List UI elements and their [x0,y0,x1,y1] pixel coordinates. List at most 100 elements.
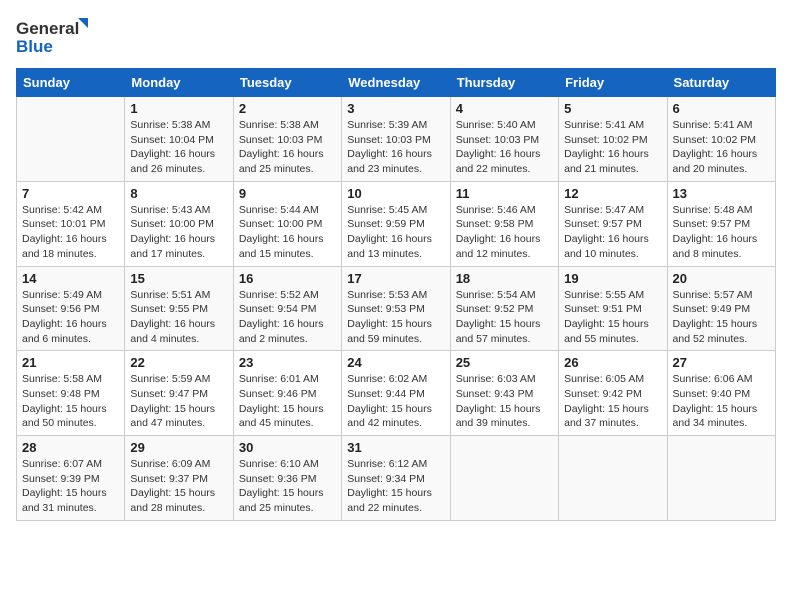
day-number: 3 [347,101,444,116]
day-number: 16 [239,271,336,286]
calendar-week-2: 7Sunrise: 5:42 AM Sunset: 10:01 PM Dayli… [17,181,776,266]
calendar-cell: 6Sunrise: 5:41 AM Sunset: 10:02 PM Dayli… [667,97,775,182]
day-detail: Sunrise: 5:43 AM Sunset: 10:00 PM Daylig… [130,203,227,262]
calendar-week-4: 21 Sunrise: 5:58 AM Sunset: 9:48 PM Dayli… [17,351,776,436]
day-detail: Sunrise: 6:05 AM Sunset: 9:42 PM Dayligh… [564,372,661,431]
calendar-cell: 30 Sunrise: 6:10 AM Sunset: 9:36 PM Dayli… [233,436,341,521]
calendar-table: SundayMondayTuesdayWednesdayThursdayFrid… [16,68,776,521]
day-detail: Sunrise: 5:44 AM Sunset: 10:00 PM Daylig… [239,203,336,262]
day-detail: Sunrise: 5:40 AM Sunset: 10:03 PM Daylig… [456,118,553,177]
day-number: 6 [673,101,770,116]
calendar-cell: 22 Sunrise: 5:59 AM Sunset: 9:47 PM Dayli… [125,351,233,436]
day-number: 19 [564,271,661,286]
calendar-cell: 24Sunrise: 6:02 AM Sunset: 9:44 PM Dayli… [342,351,450,436]
header-cell-saturday: Saturday [667,69,775,97]
calendar-cell: 15 Sunrise: 5:51 AM Sunset: 9:55 PM Dayli… [125,266,233,351]
day-detail: Sunrise: 5:55 AM Sunset: 9:51 PM Dayligh… [564,288,661,347]
calendar-cell: 31Sunrise: 6:12 AM Sunset: 9:34 PM Dayli… [342,436,450,521]
day-detail: Sunrise: 5:49 AM Sunset: 9:56 PM Dayligh… [22,288,119,347]
calendar-cell: 23 Sunrise: 6:01 AM Sunset: 9:46 PM Dayli… [233,351,341,436]
day-number: 18 [456,271,553,286]
day-number: 20 [673,271,770,286]
calendar-body: 1 Sunrise: 5:38 AM Sunset: 10:04 PM Dayli… [17,97,776,521]
day-detail: Sunrise: 5:53 AM Sunset: 9:53 PM Dayligh… [347,288,444,347]
header-cell-monday: Monday [125,69,233,97]
calendar-cell: 10 Sunrise: 5:45 AM Sunset: 9:59 PM Dayli… [342,181,450,266]
calendar-cell [450,436,558,521]
calendar-cell: 9 Sunrise: 5:44 AM Sunset: 10:00 PM Dayli… [233,181,341,266]
svg-text:General: General [16,19,79,38]
day-detail: Sunrise: 5:38 AM Sunset: 10:03 PM Daylig… [239,118,336,177]
calendar-cell: 8 Sunrise: 5:43 AM Sunset: 10:00 PM Dayli… [125,181,233,266]
day-number: 21 [22,355,119,370]
day-detail: Sunrise: 5:54 AM Sunset: 9:52 PM Dayligh… [456,288,553,347]
day-detail: Sunrise: 5:59 AM Sunset: 9:47 PM Dayligh… [130,372,227,431]
day-detail: Sunrise: 5:48 AM Sunset: 9:57 PM Dayligh… [673,203,770,262]
day-detail: Sunrise: 5:58 AM Sunset: 9:48 PM Dayligh… [22,372,119,431]
day-detail: Sunrise: 5:42 AM Sunset: 10:01 PM Daylig… [22,203,119,262]
day-detail: Sunrise: 5:57 AM Sunset: 9:49 PM Dayligh… [673,288,770,347]
header-cell-sunday: Sunday [17,69,125,97]
day-number: 29 [130,440,227,455]
day-detail: Sunrise: 5:45 AM Sunset: 9:59 PM Dayligh… [347,203,444,262]
day-detail: Sunrise: 6:03 AM Sunset: 9:43 PM Dayligh… [456,372,553,431]
calendar-cell [559,436,667,521]
day-detail: Sunrise: 6:02 AM Sunset: 9:44 PM Dayligh… [347,372,444,431]
day-number: 23 [239,355,336,370]
day-number: 28 [22,440,119,455]
calendar-cell: 18 Sunrise: 5:54 AM Sunset: 9:52 PM Dayli… [450,266,558,351]
day-detail: Sunrise: 5:38 AM Sunset: 10:04 PM Daylig… [130,118,227,177]
day-detail: Sunrise: 5:41 AM Sunset: 10:02 PM Daylig… [564,118,661,177]
calendar-cell: 19 Sunrise: 5:55 AM Sunset: 9:51 PM Dayli… [559,266,667,351]
day-number: 22 [130,355,227,370]
day-number: 13 [673,186,770,201]
day-number: 26 [564,355,661,370]
header-cell-thursday: Thursday [450,69,558,97]
logo-svg: GeneralBlue [16,16,96,56]
day-detail: Sunrise: 5:47 AM Sunset: 9:57 PM Dayligh… [564,203,661,262]
calendar-cell: 16 Sunrise: 5:52 AM Sunset: 9:54 PM Dayli… [233,266,341,351]
day-number: 1 [130,101,227,116]
calendar-cell: 11Sunrise: 5:46 AM Sunset: 9:58 PM Dayli… [450,181,558,266]
header-cell-friday: Friday [559,69,667,97]
calendar-cell: 2 Sunrise: 5:38 AM Sunset: 10:03 PM Dayli… [233,97,341,182]
day-number: 5 [564,101,661,116]
header-cell-wednesday: Wednesday [342,69,450,97]
day-detail: Sunrise: 5:39 AM Sunset: 10:03 PM Daylig… [347,118,444,177]
calendar-cell: 7Sunrise: 5:42 AM Sunset: 10:01 PM Dayli… [17,181,125,266]
day-number: 8 [130,186,227,201]
header: GeneralBlue [16,16,776,56]
calendar-cell: 4Sunrise: 5:40 AM Sunset: 10:03 PM Dayli… [450,97,558,182]
day-number: 30 [239,440,336,455]
day-detail: Sunrise: 6:10 AM Sunset: 9:36 PM Dayligh… [239,457,336,516]
calendar-week-5: 28 Sunrise: 6:07 AM Sunset: 9:39 PM Dayli… [17,436,776,521]
day-number: 17 [347,271,444,286]
calendar-cell [667,436,775,521]
svg-text:Blue: Blue [16,37,53,56]
day-number: 14 [22,271,119,286]
day-detail: Sunrise: 6:01 AM Sunset: 9:46 PM Dayligh… [239,372,336,431]
day-number: 2 [239,101,336,116]
header-cell-tuesday: Tuesday [233,69,341,97]
calendar-cell: 17 Sunrise: 5:53 AM Sunset: 9:53 PM Dayli… [342,266,450,351]
calendar-cell: 13 Sunrise: 5:48 AM Sunset: 9:57 PM Dayli… [667,181,775,266]
calendar-cell: 20 Sunrise: 5:57 AM Sunset: 9:49 PM Dayli… [667,266,775,351]
day-detail: Sunrise: 6:07 AM Sunset: 9:39 PM Dayligh… [22,457,119,516]
logo: GeneralBlue [16,16,96,56]
day-detail: Sunrise: 5:51 AM Sunset: 9:55 PM Dayligh… [130,288,227,347]
calendar-cell: 3 Sunrise: 5:39 AM Sunset: 10:03 PM Dayli… [342,97,450,182]
calendar-week-3: 14 Sunrise: 5:49 AM Sunset: 9:56 PM Dayli… [17,266,776,351]
calendar-week-1: 1 Sunrise: 5:38 AM Sunset: 10:04 PM Dayli… [17,97,776,182]
calendar-cell: 5 Sunrise: 5:41 AM Sunset: 10:02 PM Dayli… [559,97,667,182]
day-number: 15 [130,271,227,286]
day-number: 11 [456,186,553,201]
day-detail: Sunrise: 6:09 AM Sunset: 9:37 PM Dayligh… [130,457,227,516]
calendar-cell: 28 Sunrise: 6:07 AM Sunset: 9:39 PM Dayli… [17,436,125,521]
day-number: 9 [239,186,336,201]
day-number: 27 [673,355,770,370]
day-detail: Sunrise: 5:52 AM Sunset: 9:54 PM Dayligh… [239,288,336,347]
day-number: 10 [347,186,444,201]
calendar-cell: 12Sunrise: 5:47 AM Sunset: 9:57 PM Dayli… [559,181,667,266]
day-number: 25 [456,355,553,370]
day-number: 31 [347,440,444,455]
